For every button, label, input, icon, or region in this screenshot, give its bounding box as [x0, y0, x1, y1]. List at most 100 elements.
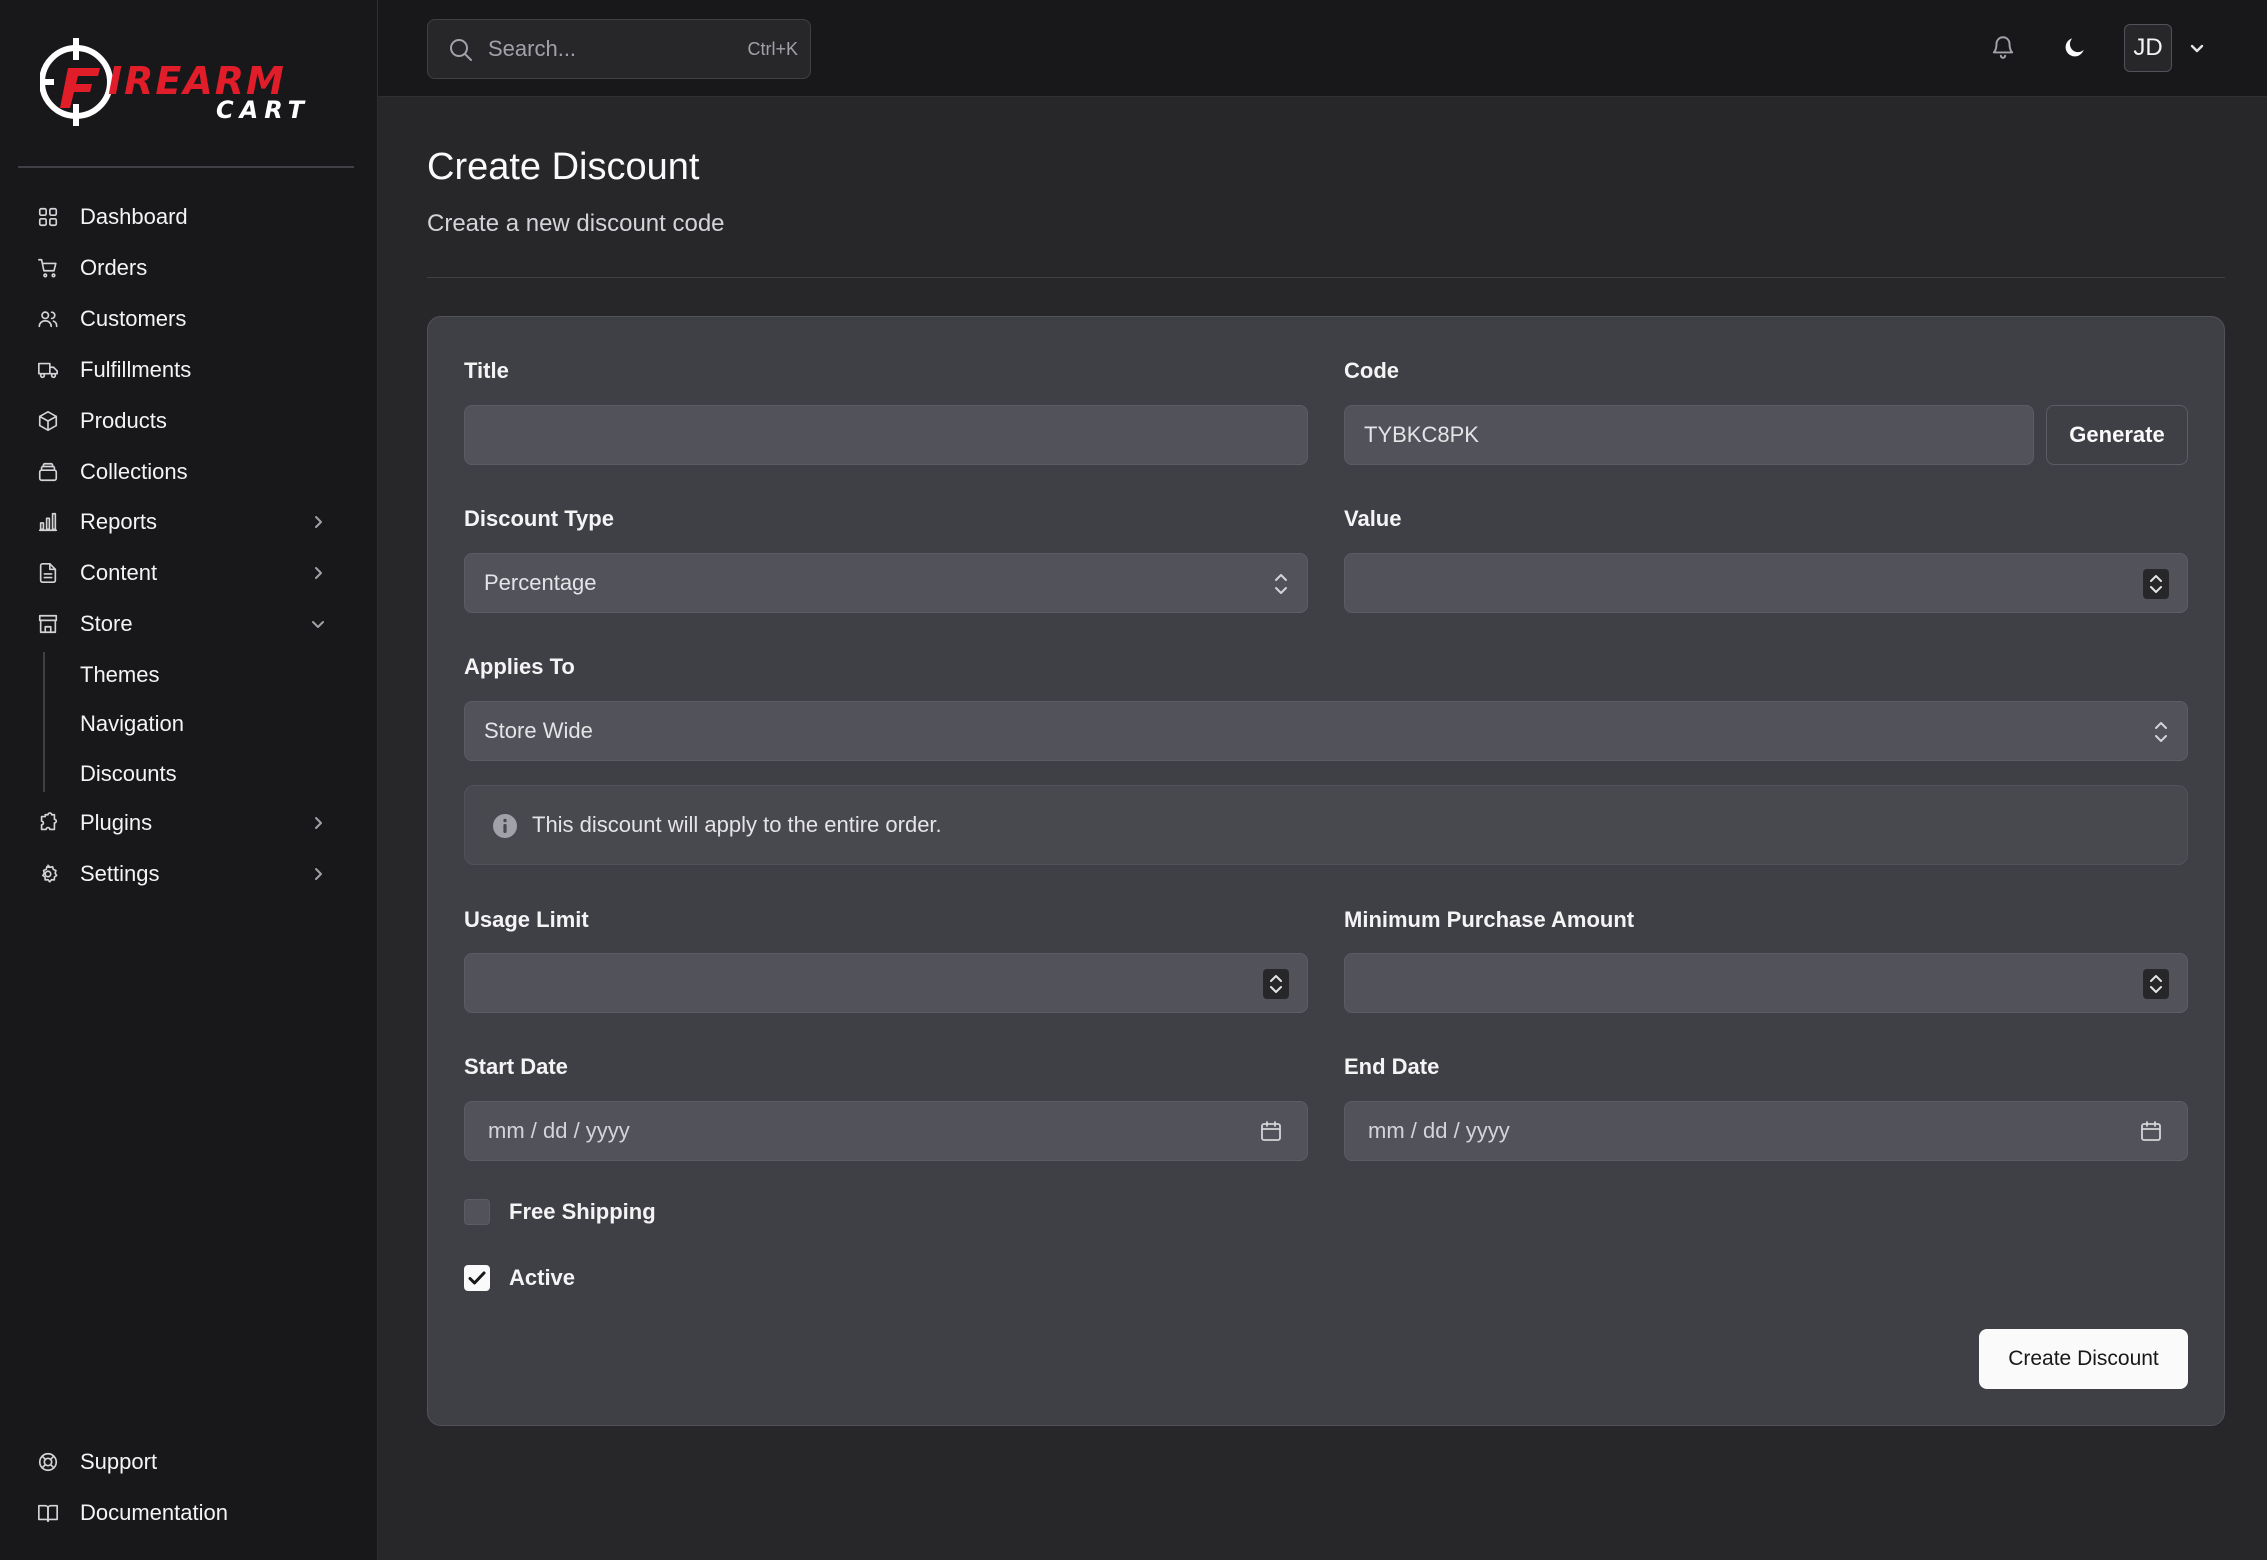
discount-type-select[interactable]: Percentage	[464, 553, 1308, 613]
search-shortcut-hint: Ctrl+K	[747, 38, 798, 59]
title-field[interactable]	[464, 405, 1308, 465]
gear-icon	[36, 862, 60, 886]
applies-to-info-box: This discount will apply to the entire o…	[464, 785, 2188, 865]
number-stepper-icon[interactable]	[2143, 969, 2169, 999]
create-discount-button[interactable]: Create Discount	[1979, 1329, 2188, 1389]
number-stepper-icon[interactable]	[2143, 569, 2169, 599]
sidebar-item-documentation[interactable]: Documentation	[36, 1491, 346, 1535]
theme-toggle-button[interactable]	[2060, 32, 2090, 62]
calendar-icon[interactable]	[2139, 1119, 2163, 1143]
page-divider	[427, 277, 2225, 278]
discount-type-value: Percentage	[484, 570, 597, 595]
check-icon	[468, 1271, 486, 1285]
box-icon	[36, 409, 60, 433]
sidebar-item-label: Orders	[80, 255, 148, 280]
start-date-placeholder: mm / dd / yyyy	[488, 1118, 630, 1143]
sidebar-item-label: Collections	[80, 459, 188, 484]
page-title: Create Discount	[427, 146, 700, 188]
discount-form-card	[427, 316, 2225, 1426]
end-date-field[interactable]: mm / dd / yyyy	[1344, 1101, 2188, 1161]
sidebar-item-dashboard[interactable]: Dashboard	[36, 195, 346, 239]
usage-limit-label: Usage Limit	[464, 907, 589, 932]
sidebar-item-collections[interactable]: Collections	[36, 450, 346, 494]
sidebar-item-settings[interactable]: Settings	[36, 852, 346, 896]
sidebar-item-label: Reports	[80, 509, 158, 534]
usage-limit-field[interactable]	[464, 953, 1308, 1013]
value-field[interactable]	[1344, 553, 2188, 613]
sidebar-subitem-navigation[interactable]: Navigation	[80, 704, 184, 744]
sidebar-item-orders[interactable]: Orders	[36, 246, 346, 290]
sidebar-item-label: Fulfillments	[80, 357, 192, 382]
sidebar-item-label: Plugins	[80, 810, 153, 835]
search-input[interactable]: Search... Ctrl+K	[427, 19, 811, 79]
lifebuoy-icon	[36, 1450, 60, 1474]
svg-text:CART: CART	[216, 96, 310, 124]
applies-to-value: Store Wide	[484, 718, 593, 743]
dashboard-icon	[36, 205, 60, 229]
end-date-placeholder: mm / dd / yyyy	[1368, 1118, 1510, 1143]
puzzle-icon	[36, 811, 60, 835]
applies-to-select[interactable]: Store Wide	[464, 701, 2188, 761]
code-label: Code	[1344, 358, 1399, 383]
select-arrows-icon	[1273, 571, 1289, 597]
sidebar-item-label: Products	[80, 408, 167, 433]
applies-to-label: Applies To	[464, 654, 575, 679]
chevron-right-icon	[310, 866, 326, 882]
chevron-down-icon[interactable]	[2189, 40, 2205, 56]
page-subtitle: Create a new discount code	[427, 210, 725, 237]
chevron-right-icon	[310, 514, 326, 530]
free-shipping-label[interactable]: Free Shipping	[509, 1199, 656, 1225]
chevron-right-icon	[310, 815, 326, 831]
sidebar-divider	[18, 166, 354, 168]
truck-icon	[36, 358, 60, 382]
generate-code-button[interactable]: Generate	[2046, 405, 2188, 465]
sidebar-item-products[interactable]: Products	[36, 399, 346, 443]
end-date-label: End Date	[1344, 1054, 1440, 1079]
sidebar-item-label: Customers	[80, 306, 187, 331]
sidebar-item-support[interactable]: Support	[36, 1440, 346, 1484]
sidebar-item-reports[interactable]: Reports	[36, 500, 346, 544]
sidebar-item-label: Content	[80, 560, 158, 585]
users-icon	[36, 307, 60, 331]
sidebar-subitem-themes[interactable]: Themes	[80, 655, 159, 695]
info-text: This discount will apply to the entire o…	[532, 812, 942, 837]
file-icon	[36, 561, 60, 585]
submenu-guide-line	[43, 652, 45, 792]
number-stepper-icon[interactable]	[1263, 969, 1289, 999]
top-bar: Search... Ctrl+K JD	[378, 0, 2267, 97]
code-field[interactable]: TYBKC8PK	[1344, 405, 2034, 465]
layers-icon	[36, 460, 60, 484]
free-shipping-checkbox[interactable]	[464, 1199, 490, 1225]
discount-type-label: Discount Type	[464, 506, 614, 531]
min-purchase-field[interactable]	[1344, 953, 2188, 1013]
chevron-right-icon	[310, 565, 326, 581]
user-avatar[interactable]: JD	[2124, 24, 2172, 72]
start-date-label: Start Date	[464, 1054, 568, 1079]
value-label: Value	[1344, 506, 1402, 531]
min-purchase-label: Minimum Purchase Amount	[1344, 907, 1635, 932]
sidebar-item-customers[interactable]: Customers	[36, 297, 346, 341]
sidebar-item-label: Store	[80, 611, 133, 636]
sidebar-item-store[interactable]: Store	[36, 602, 346, 646]
firearm-cart-logo[interactable]: IREARM CART	[34, 34, 340, 132]
notifications-button[interactable]	[1988, 32, 2018, 62]
book-icon	[36, 1501, 60, 1525]
info-icon	[492, 813, 518, 839]
sidebar-item-label: Settings	[80, 861, 160, 886]
search-placeholder: Search...	[488, 36, 577, 61]
bell-icon	[1992, 36, 2014, 59]
sidebar-item-plugins[interactable]: Plugins	[36, 801, 346, 845]
sidebar-subitem-discounts[interactable]: Discounts	[80, 754, 177, 794]
cart-icon	[36, 256, 60, 280]
sidebar-item-content[interactable]: Content	[36, 551, 346, 595]
start-date-field[interactable]: mm / dd / yyyy	[464, 1101, 1308, 1161]
search-icon	[448, 37, 474, 63]
sidebar-item-label: Documentation	[80, 1500, 228, 1525]
crosshair-icon	[34, 38, 113, 126]
sidebar-item-label: Support	[80, 1449, 158, 1474]
moon-icon	[2065, 38, 2084, 57]
sidebar-item-fulfillments[interactable]: Fulfillments	[36, 348, 346, 392]
calendar-icon[interactable]	[1259, 1119, 1283, 1143]
active-label[interactable]: Active	[509, 1265, 575, 1291]
active-checkbox[interactable]	[464, 1265, 490, 1291]
